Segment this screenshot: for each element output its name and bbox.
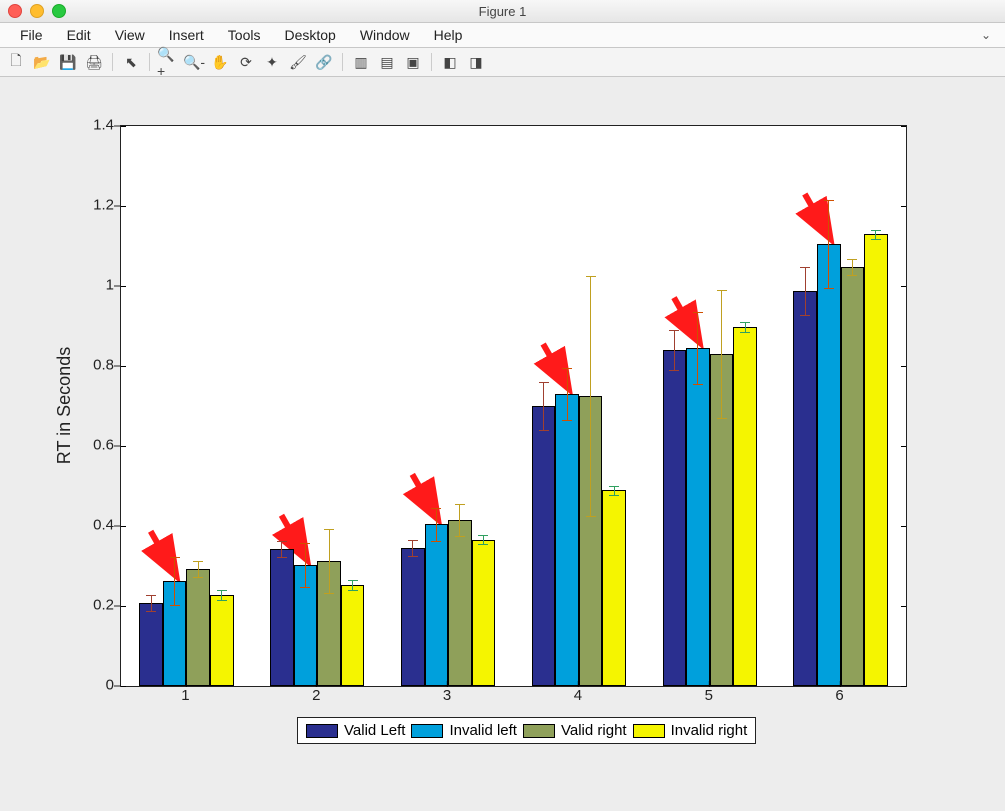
y-tick: 0.8 [76,357,114,374]
window-controls [0,4,66,18]
legend-swatch-valid-right [523,724,555,738]
bar-invalid_right [602,490,626,686]
menu-tools[interactable]: Tools [216,23,273,47]
minimize-icon[interactable] [30,4,44,18]
x-tick: 5 [705,687,713,704]
bar-invalid_right [733,327,757,686]
x-tick: 2 [312,687,320,704]
legend-label: Valid right [561,722,627,739]
bar-invalid_left [817,244,841,686]
new-file-icon[interactable]: 🗋 [4,51,28,73]
bar-invalid_left [425,524,449,686]
bar-valid_left [793,291,817,686]
menubar: File Edit View Insert Tools Desktop Wind… [0,23,1005,48]
bar-valid_right [186,569,210,686]
data-cursor-icon[interactable]: ✦ [260,51,284,73]
figure-area: RT in Seconds 00.20.40.60.811.21.4 12345… [0,77,1005,811]
menu-insert[interactable]: Insert [157,23,216,47]
figure-window: Figure 1 File Edit View Insert Tools Des… [0,0,1005,811]
annotation-arrow [412,474,436,516]
bar-invalid_right [341,585,365,686]
insert-icon[interactable]: ▣ [401,51,425,73]
bar-valid_left [401,548,425,686]
bar-invalid_right [210,595,234,686]
legend-icon[interactable]: ▤ [375,51,399,73]
menu-window[interactable]: Window [348,23,422,47]
legend[interactable]: Valid Left Invalid left Valid right Inva… [297,717,756,744]
legend-swatch-invalid-left [411,724,443,738]
y-axis-label-text: RT in Seconds [55,346,76,463]
colorbar-icon[interactable]: ▥ [349,51,373,73]
axes [120,125,907,687]
x-axis-ticks: 1 2 3 4 5 6 [120,687,905,711]
menu-help[interactable]: Help [422,23,475,47]
brush-icon[interactable]: 🖌 [286,51,310,73]
x-tick: 6 [835,687,843,704]
bar-invalid_right [472,540,496,686]
x-tick: 3 [443,687,451,704]
annotation-arrow [543,344,567,386]
y-tick: 0 [76,677,114,694]
bar-valid_right [448,520,472,686]
titlebar: Figure 1 [0,0,1005,23]
bar-invalid_right [864,234,888,686]
print-icon[interactable]: 🖨 [82,51,106,73]
menu-view[interactable]: View [103,23,157,47]
zoom-window-icon[interactable] [52,4,66,18]
legend-swatch-invalid-right [633,724,665,738]
y-tick: 1 [76,277,114,294]
open-file-icon[interactable]: 📂 [30,51,54,73]
save-icon[interactable]: 💾 [56,51,80,73]
bar-valid_left [270,549,294,686]
bar-invalid_left [555,394,579,686]
y-tick: 0.2 [76,597,114,614]
rotate-icon[interactable]: ⟳ [234,51,258,73]
y-tick: 0.6 [76,437,114,454]
hide-plot-tools-icon[interactable]: ◧ [438,51,462,73]
menu-overflow-icon[interactable]: ⌄ [981,28,997,42]
legend-label: Invalid left [449,722,517,739]
close-icon[interactable] [8,4,22,18]
annotation-arrow [674,298,698,340]
show-plot-tools-icon[interactable]: ◨ [464,51,488,73]
menu-file[interactable]: File [8,23,55,47]
y-axis-label: RT in Seconds [55,125,75,685]
bar-valid_left [532,406,556,686]
bar-valid_right [841,267,865,686]
y-tick: 0.4 [76,517,114,534]
bar-invalid_left [686,348,710,686]
annotation-layer [121,126,906,686]
window-title: Figure 1 [0,4,1005,19]
menu-desktop[interactable]: Desktop [272,23,347,47]
bar-valid_left [663,350,687,686]
legend-label: Valid Left [344,722,405,739]
pointer-icon[interactable]: ⬉ [119,51,143,73]
pan-icon[interactable]: ✋ [208,51,232,73]
y-tick: 1.2 [76,197,114,214]
zoom-out-icon[interactable]: 🔍- [182,51,206,73]
legend-swatch-valid-left [306,724,338,738]
link-icon[interactable]: 🔗 [312,51,336,73]
y-axis-ticks: 00.20.40.60.811.21.4 [80,125,118,685]
annotation-arrow [151,531,175,573]
zoom-in-icon[interactable]: 🔍+ [156,51,180,73]
bar-valid_left [139,603,163,686]
x-tick: 4 [574,687,582,704]
x-tick: 1 [181,687,189,704]
legend-label: Invalid right [671,722,748,739]
y-tick: 1.4 [76,117,114,134]
menu-edit[interactable]: Edit [55,23,103,47]
toolbar: 🗋📂💾🖨 ⬉ 🔍+🔍-✋⟳✦🖌🔗 ▥▤▣ ◧◨ [0,48,1005,77]
